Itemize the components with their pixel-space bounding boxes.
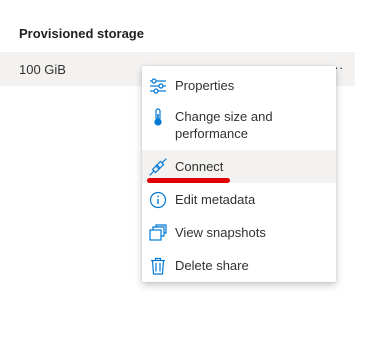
menu-item-label: Edit metadata: [175, 192, 256, 207]
trash-icon: [149, 257, 167, 275]
info-icon: [149, 191, 167, 209]
thermometer-icon: [149, 108, 167, 126]
provisioned-storage-value: 100 GiB: [19, 62, 66, 77]
snapshots-icon: [149, 224, 167, 242]
menu-item-label: Connect: [175, 159, 224, 174]
menu-item-view-snapshots[interactable]: View snapshots: [142, 219, 336, 247]
annotation-underline: [147, 178, 230, 183]
properties-sliders-icon: [149, 77, 167, 95]
column-header-provisioned-storage: Provisioned storage: [19, 26, 144, 41]
menu-item-edit-metadata[interactable]: Edit metadata: [142, 186, 336, 214]
menu-item-change-size[interactable]: Change size and performance: [142, 104, 336, 146]
menu-item-label: Properties: [175, 78, 235, 93]
menu-item-properties[interactable]: Properties: [142, 72, 336, 100]
plug-connect-icon: [149, 158, 167, 176]
menu-item-label: View snapshots: [175, 225, 266, 240]
menu-item-label: Delete share: [175, 258, 249, 273]
menu-item-delete-share[interactable]: Delete share: [142, 252, 336, 280]
context-menu: Properties Change size and performance C…: [142, 66, 336, 282]
menu-item-label: Change size and performance: [175, 109, 273, 141]
